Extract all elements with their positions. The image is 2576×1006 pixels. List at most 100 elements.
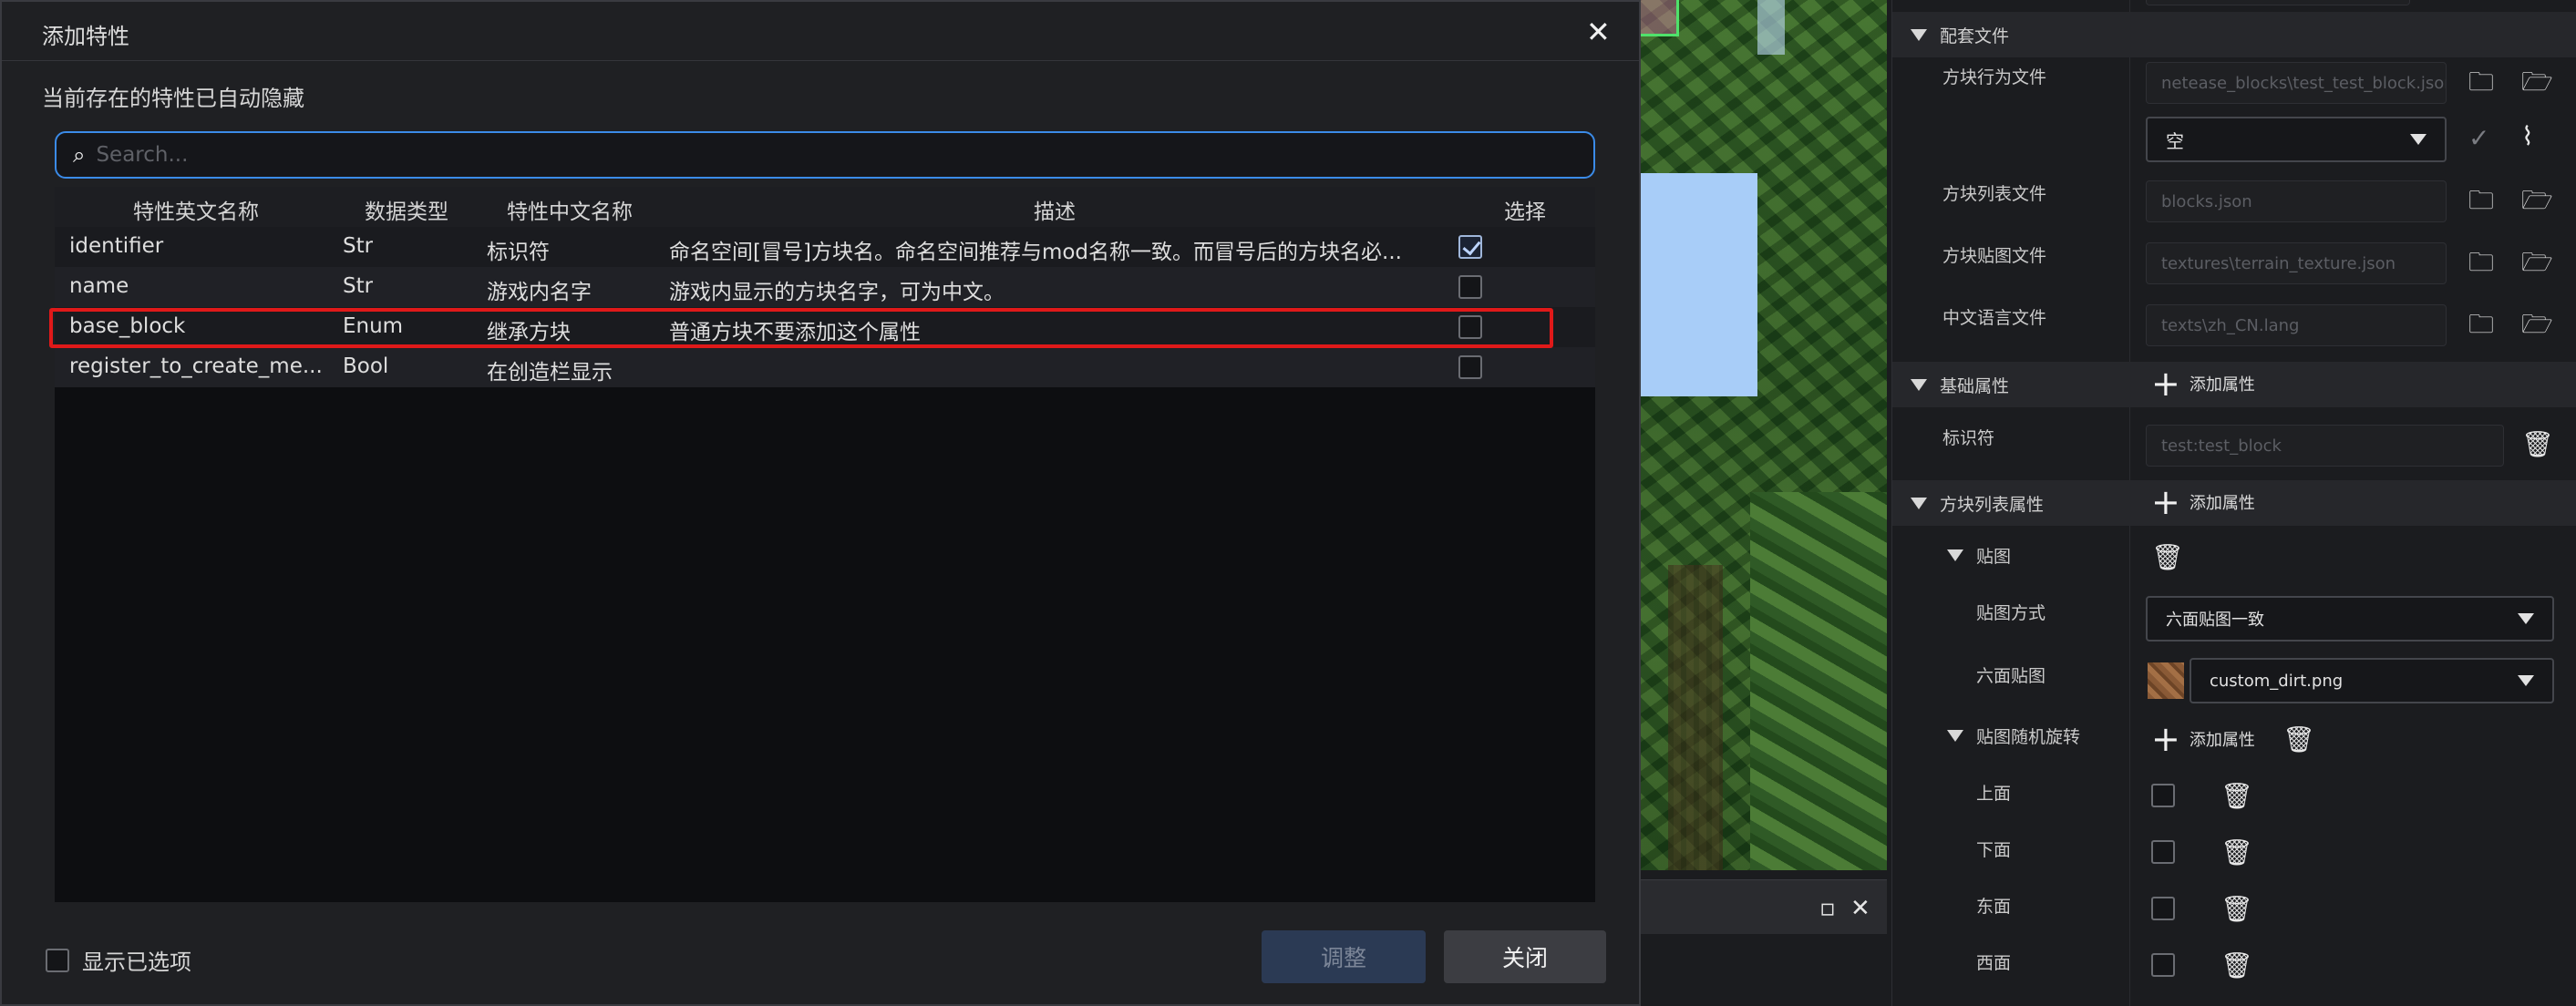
section-title: 配套文件 [1940, 26, 2010, 46]
identifier-label: 标识符 [1942, 428, 1995, 448]
random-rotation-group[interactable]: 贴图随机旋转 [1947, 724, 2080, 748]
random-rotation-label: 贴图随机旋转 [1976, 727, 2081, 747]
scene-viewport[interactable] [1641, 0, 1887, 870]
add-property-label: 添加属性 [2189, 731, 2255, 750]
add-property-button[interactable]: + 添加属性 [2151, 366, 2255, 401]
plus-icon: + [2151, 482, 2180, 522]
folder-locate-icon[interactable]: 🗀 [2468, 188, 2494, 213]
trash-icon[interactable]: 🗑 [2221, 953, 2253, 979]
trash-icon[interactable]: 🗑 [2521, 432, 2554, 457]
face-east-checkbox[interactable] [2151, 897, 2175, 920]
six-face-value: custom_dirt.png [2210, 671, 2344, 691]
trash-icon[interactable]: 🗑 [2151, 545, 2184, 570]
check-circle-icon[interactable]: ✓ [2468, 126, 2489, 151]
face-west-label: 西面 [1976, 953, 2012, 973]
hidden-hint: 当前存在的特性已自动隐藏 [42, 86, 304, 111]
face-east-label: 东面 [1976, 897, 2012, 917]
search-icon: ⌕ [73, 142, 86, 168]
texture-mode-label: 贴图方式 [1976, 603, 2046, 623]
chevron-down-icon [2518, 675, 2534, 686]
viewport-window-bar: ▫ ✕ [1641, 879, 1887, 934]
cell-en-name: register_to_create_me... [69, 354, 323, 378]
chevron-down-icon [2518, 613, 2534, 624]
texture-mode-value: 六面贴图一致 [2166, 611, 2264, 630]
texture-group-label: 贴图 [1976, 547, 2012, 567]
lang-file-field[interactable]: texts\zh_CN.lang [2146, 304, 2447, 346]
six-face-select[interactable]: custom_dirt.png [2190, 658, 2554, 703]
face-west-checkbox[interactable] [2151, 953, 2175, 977]
cell-en-name: base_block [69, 314, 186, 338]
adjust-button[interactable]: 调整 [1262, 930, 1426, 983]
show-selected-toggle[interactable]: 显示已选项 [46, 944, 191, 976]
trash-icon[interactable]: 🗑 [2221, 840, 2253, 866]
cell-type: Bool [343, 354, 389, 378]
add-property-button[interactable]: + 添加属性 [2151, 722, 2255, 756]
face-up-label: 上面 [1976, 784, 2012, 804]
search-box[interactable]: ⌕ [55, 131, 1595, 179]
section-title: 基础属性 [1940, 375, 2010, 396]
row-checkbox[interactable] [1458, 315, 1482, 339]
identifier-field[interactable]: test:test_block [2146, 425, 2504, 467]
face-down-checkbox[interactable] [2151, 840, 2175, 864]
table-row[interactable]: base_block Enum 继承方块 普通方块不要添加这个属性 [55, 307, 1595, 347]
row-checkbox[interactable] [1458, 235, 1482, 259]
maximize-icon[interactable]: ▫ [1819, 895, 1836, 922]
search-input[interactable] [96, 143, 1593, 167]
face-down-label: 下面 [1976, 840, 2012, 860]
folder-open-icon[interactable]: 🗁 [2521, 188, 2553, 213]
close-button[interactable]: 关闭 [1444, 930, 1606, 983]
leaf-blocks [1750, 492, 1887, 870]
folder-open-icon[interactable]: 🗁 [2521, 69, 2553, 95]
close-icon[interactable]: ✕ [1586, 15, 1611, 49]
folder-open-icon[interactable]: 🗁 [2521, 312, 2553, 337]
cell-type: Str [343, 274, 374, 298]
row-checkbox[interactable] [1458, 355, 1482, 379]
add-property-button[interactable]: + 添加属性 [2151, 485, 2255, 519]
add-property-label: 添加属性 [2189, 375, 2255, 395]
cell-type: Str [343, 234, 374, 258]
table-row[interactable]: name Str 游戏内名字 游戏内显示的方块名字，可为中文。 [55, 267, 1595, 307]
texture-file-field[interactable]: textures\terrain_texture.json [2146, 242, 2447, 284]
col-type[interactable]: 数据类型 [365, 194, 448, 225]
add-property-label: 添加属性 [2189, 494, 2255, 513]
cell-type: Enum [343, 314, 404, 338]
behavior-select[interactable]: 空 [2146, 117, 2447, 162]
dialog-title: 添加特性 [42, 24, 129, 49]
cell-cn-name: 游戏内名字 [487, 281, 592, 304]
trash-icon[interactable]: 🗑 [2282, 727, 2315, 753]
folder-locate-icon[interactable]: 🗀 [2468, 312, 2494, 337]
col-cn-name[interactable]: 特性中文名称 [507, 194, 633, 225]
table-row[interactable]: register_to_create_me... Bool 在创造栏显示 [55, 347, 1595, 387]
behavior-select-value: 空 [2166, 129, 2184, 152]
trash-icon[interactable]: 🗑 [2221, 897, 2253, 922]
cell-en-name: identifier [69, 234, 164, 258]
face-up-checkbox[interactable] [2151, 784, 2175, 807]
folder-locate-icon[interactable]: 🗀 [2468, 69, 2494, 95]
list-file-field[interactable]: blocks.json [2146, 180, 2447, 222]
broom-icon[interactable]: ⌇ [2521, 124, 2534, 149]
col-desc[interactable]: 描述 [1034, 194, 1076, 225]
trash-icon[interactable]: 🗑 [2221, 784, 2253, 809]
six-face-label: 六面贴图 [1976, 666, 2046, 686]
folder-locate-icon[interactable]: 🗀 [2468, 250, 2494, 275]
cell-cn-name: 在创造栏显示 [487, 361, 613, 385]
texture-mode-select[interactable]: 六面贴图一致 [2146, 596, 2554, 642]
collapse-icon [1947, 730, 1963, 742]
folder-open-icon[interactable]: 🗁 [2521, 250, 2553, 275]
add-property-dialog: 添加特性 ✕ 当前存在的特性已自动隐藏 ⌕ 特性英文名称 数据类型 特性中文名称… [0, 0, 1641, 1006]
top-field-partial [2146, 0, 2410, 5]
col-en-name[interactable]: 特性英文名称 [133, 194, 259, 225]
cell-en-name: name [69, 274, 129, 298]
cell-cn-name: 标识符 [487, 241, 550, 264]
show-selected-checkbox[interactable] [46, 948, 69, 972]
chevron-down-icon [2410, 134, 2427, 145]
table-row[interactable]: identifier Str 标识符 命名空间[冒号]方块名。命名空间推荐与mo… [55, 227, 1595, 267]
behavior-file-field[interactable]: netease_blocks\test_test_block.json [2146, 62, 2447, 104]
cell-desc: 命名空间[冒号]方块名。命名空间推荐与mod名称一致。而冒号后的方块名必... [669, 241, 1402, 264]
cell-cn-name: 继承方块 [487, 321, 571, 344]
row-checkbox[interactable] [1458, 275, 1482, 299]
close-icon[interactable]: ✕ [1850, 895, 1870, 922]
section-config-files[interactable]: 配套文件 [1892, 12, 2576, 57]
col-select[interactable]: 选择 [1504, 194, 1546, 225]
texture-group[interactable]: 贴图 [1947, 543, 2011, 568]
